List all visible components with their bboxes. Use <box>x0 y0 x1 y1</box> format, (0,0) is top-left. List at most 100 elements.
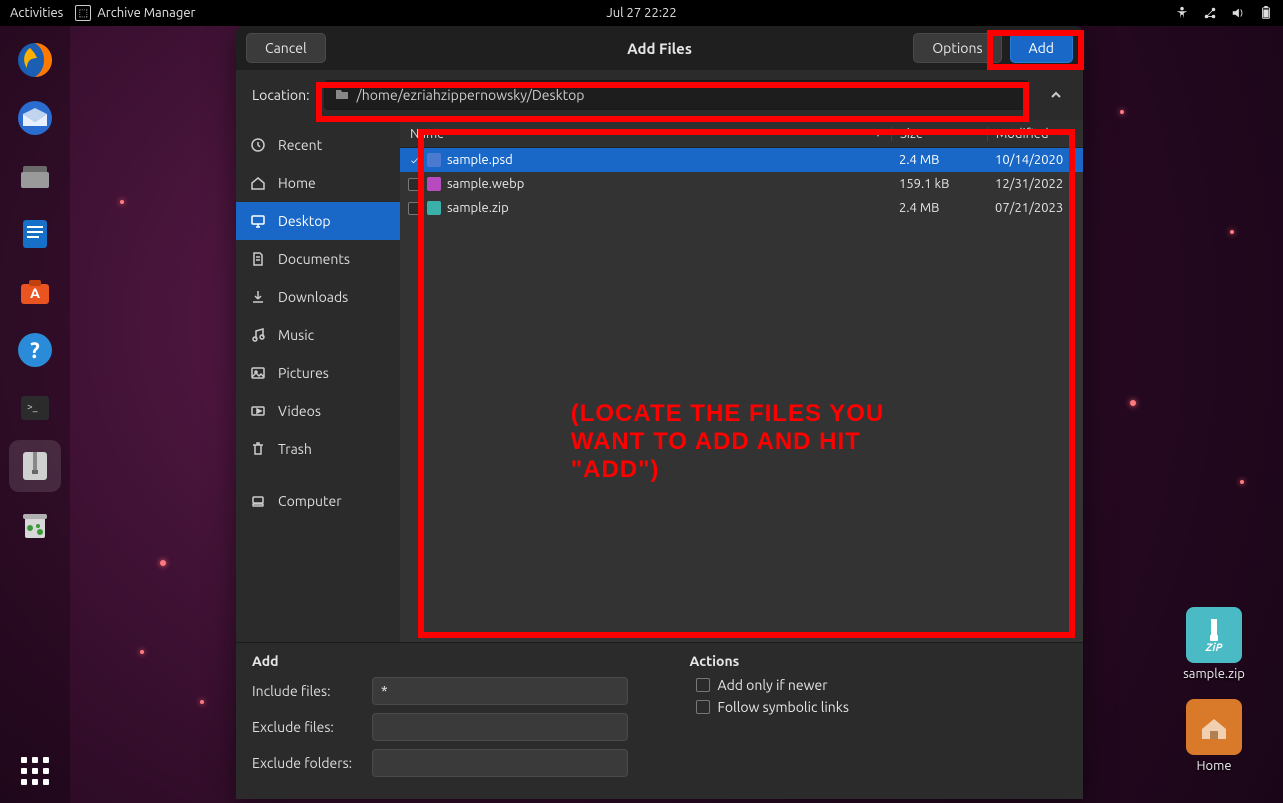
exclude-folders-label: Exclude folders: <box>252 755 360 771</box>
sidebar-item-home[interactable]: Home <box>236 164 400 202</box>
battery-icon[interactable] <box>1259 6 1273 20</box>
file-name: sample.psd <box>447 153 513 167</box>
desktop-icon-sample-zip[interactable]: ZiP sample.zip <box>1169 607 1259 681</box>
sidebar-item-label: Trash <box>278 441 312 457</box>
actions-section-title: Actions <box>690 653 1068 669</box>
dock-writer[interactable] <box>9 208 61 260</box>
include-files-input[interactable] <box>372 677 628 705</box>
file-size: 159.1 kB <box>891 177 987 191</box>
dock-trash[interactable] <box>9 498 61 550</box>
dock-terminal[interactable]: >_ <box>9 382 61 434</box>
dock-firefox[interactable] <box>9 34 61 86</box>
accessibility-icon[interactable] <box>1175 6 1189 20</box>
sidebar-item-videos[interactable]: Videos <box>236 392 400 430</box>
sidebar-item-documents[interactable]: Documents <box>236 240 400 278</box>
file-row[interactable]: ✓ sample.psd 2.4 MB10/14/2020 <box>400 148 1083 172</box>
follow-symlinks-label: Follow symbolic links <box>718 699 849 715</box>
file-name: sample.webp <box>447 177 524 191</box>
svg-text:A: A <box>30 285 40 301</box>
dock-help[interactable]: ? <box>9 324 61 376</box>
activities-button[interactable]: Activities <box>10 6 63 20</box>
sort-indicator-icon: ▼ <box>873 128 883 140</box>
clock[interactable]: Jul 27 22:22 <box>606 6 676 20</box>
svg-text:>_: >_ <box>27 401 38 412</box>
documents-icon <box>250 251 266 267</box>
file-modified: 12/31/2022 <box>987 177 1083 191</box>
options-panel: Add Include files: Exclude files: Exclud… <box>236 642 1083 799</box>
sidebar-item-label: Recent <box>278 137 322 153</box>
add-button[interactable]: Add <box>1010 33 1073 63</box>
sidebar-item-desktop[interactable]: Desktop <box>236 202 400 240</box>
videos-icon <box>250 403 266 419</box>
trash-icon <box>250 441 266 457</box>
desktop-icon-label: sample.zip <box>1183 667 1245 681</box>
app-grid-button[interactable] <box>0 757 70 785</box>
file-modified: 10/14/2020 <box>987 153 1083 167</box>
file-name: sample.zip <box>447 201 509 215</box>
sidebar-item-trash[interactable]: Trash <box>236 430 400 468</box>
svg-text:?: ? <box>30 338 40 363</box>
zip-file-icon: ZiP <box>1186 607 1242 663</box>
options-button[interactable]: Options <box>913 33 1001 63</box>
archive-manager-icon: ⬚ <box>75 5 91 21</box>
zip-file-icon <box>427 201 441 215</box>
sidebar-item-pictures[interactable]: Pictures <box>236 354 400 392</box>
dialog-title: Add Files <box>627 40 692 57</box>
app-menu[interactable]: ⬚ Archive Manager <box>75 5 195 21</box>
file-row[interactable]: sample.zip2.4 MB07/21/2023 <box>400 196 1083 220</box>
dock-thunderbird[interactable] <box>9 92 61 144</box>
sidebar-item-music[interactable]: Music <box>236 316 400 354</box>
volume-icon[interactable] <box>1231 6 1245 20</box>
include-files-label: Include files: <box>252 683 360 699</box>
add-files-dialog: Cancel Add Files Options Add Location: /… <box>236 26 1083 799</box>
dock: A ? >_ <box>0 26 70 803</box>
collapse-location-button[interactable] <box>1045 84 1067 106</box>
location-label: Location: <box>252 87 310 103</box>
sidebar-item-recent[interactable]: Recent <box>236 126 400 164</box>
app-name-label: Archive Manager <box>97 6 195 20</box>
sidebar-item-label: Desktop <box>278 213 331 229</box>
dock-software[interactable]: A <box>9 266 61 318</box>
column-header-size[interactable]: Size <box>891 127 987 141</box>
add-section-title: Add <box>252 653 630 669</box>
sidebar-item-downloads[interactable]: Downloads <box>236 278 400 316</box>
checkbox-icon <box>696 700 710 714</box>
cancel-button[interactable]: Cancel <box>246 33 326 63</box>
file-checkbox[interactable]: ✓ <box>408 154 421 167</box>
pictures-icon <box>250 365 266 381</box>
exclude-files-label: Exclude files: <box>252 719 360 735</box>
file-row[interactable]: sample.webp 159.1 kB12/31/2022 <box>400 172 1083 196</box>
location-path-text: /home/ezriahzippernowsky/Desktop <box>357 87 585 103</box>
desktop-icon <box>250 213 266 229</box>
location-row: Location: /home/ezriahzippernowsky/Deskt… <box>236 70 1083 120</box>
places-sidebar: Recent Home Desktop Documents Downloads Music… <box>236 120 400 642</box>
dock-files[interactable] <box>9 150 61 202</box>
column-header-name[interactable]: Name ▼ <box>400 127 891 141</box>
psd-file-icon <box>427 153 441 167</box>
file-size: 2.4 MB <box>891 153 987 167</box>
dock-archive-manager[interactable] <box>9 440 61 492</box>
home-folder-icon <box>1186 699 1242 755</box>
sidebar-item-label: Music <box>278 327 314 343</box>
dialog-titlebar: Cancel Add Files Options Add <box>236 26 1083 70</box>
file-list-header: Name ▼ Size Modified <box>400 120 1083 148</box>
column-header-modified[interactable]: Modified <box>987 127 1083 141</box>
recent-icon <box>250 137 266 153</box>
follow-symlinks-checkbox[interactable]: Follow symbolic links <box>696 699 1068 715</box>
network-icon[interactable] <box>1203 6 1217 20</box>
add-only-if-newer-checkbox[interactable]: Add only if newer <box>696 677 1068 693</box>
computer-icon <box>250 493 266 509</box>
add-newer-label: Add only if newer <box>718 677 828 693</box>
file-size: 2.4 MB <box>891 201 987 215</box>
exclude-folders-input[interactable] <box>372 749 628 777</box>
exclude-files-input[interactable] <box>372 713 628 741</box>
sidebar-item-label: Downloads <box>278 289 348 305</box>
sidebar-item-label: Computer <box>278 493 342 509</box>
file-checkbox[interactable] <box>408 178 421 191</box>
sidebar-item-computer[interactable]: Computer <box>236 482 400 520</box>
home-icon <box>250 175 266 191</box>
desktop-icon-home[interactable]: Home <box>1169 699 1259 773</box>
file-checkbox[interactable] <box>408 202 421 215</box>
location-input[interactable]: /home/ezriahzippernowsky/Desktop <box>324 80 1029 110</box>
sidebar-item-label: Pictures <box>278 365 329 381</box>
